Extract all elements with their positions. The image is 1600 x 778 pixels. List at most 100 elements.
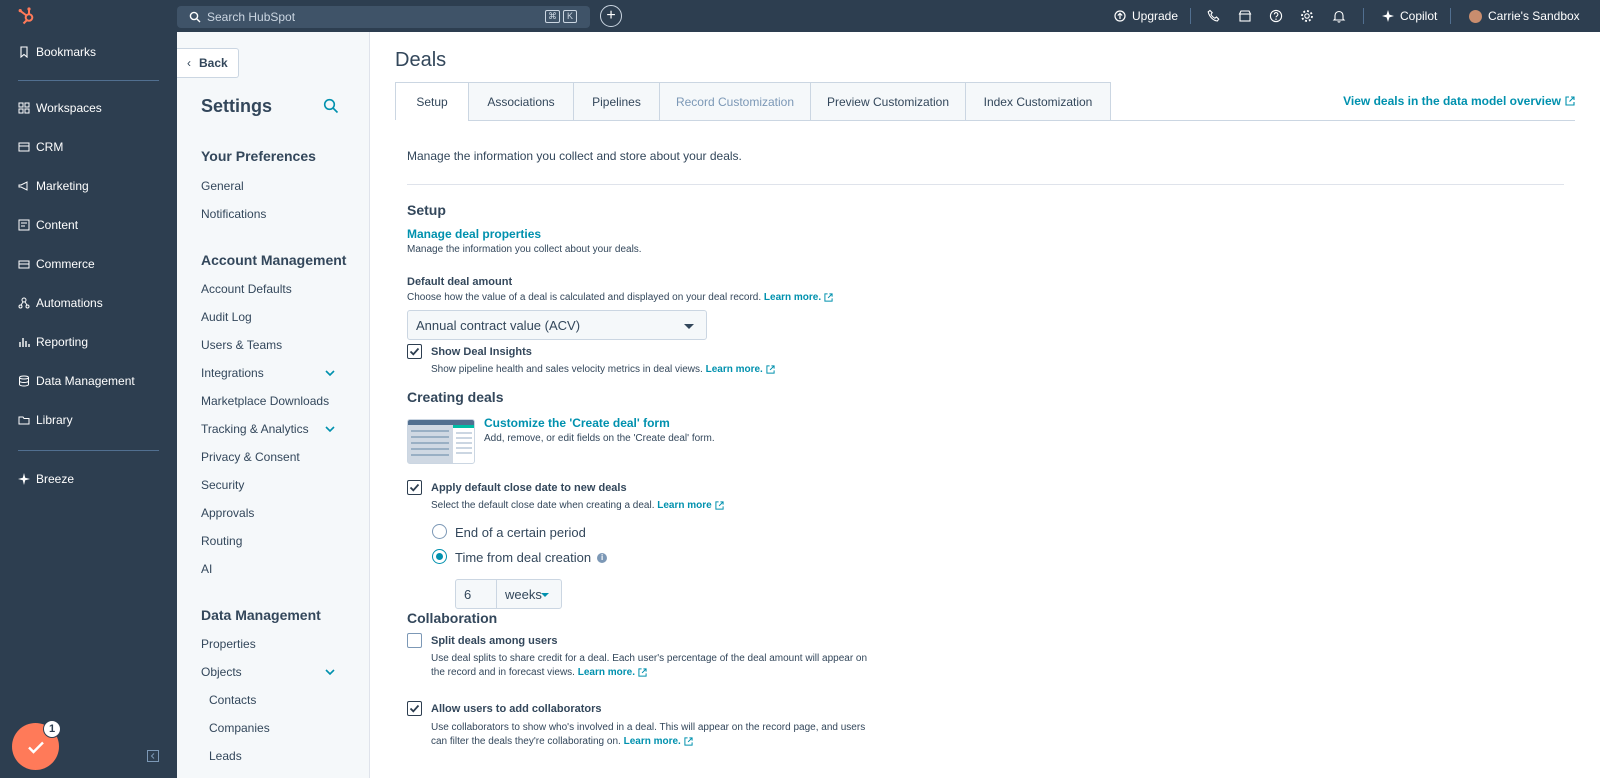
split-deals-checkbox[interactable] — [407, 633, 422, 648]
end-of-period-radio[interactable] — [432, 524, 447, 539]
nav-label: Data Management — [36, 374, 135, 388]
learn-more-label: Learn more. — [763, 292, 822, 303]
settings-item-routing[interactable]: Routing — [201, 534, 242, 548]
tab-pipelines[interactable]: Pipelines — [574, 83, 660, 120]
nav-marketing[interactable]: Marketing — [18, 176, 89, 196]
default-deal-amount-select[interactable]: Annual contract value (ACV) — [407, 310, 707, 340]
learn-more-link[interactable]: Learn more. — [706, 364, 775, 375]
settings-item-privacy-consent[interactable]: Privacy & Consent — [201, 450, 300, 464]
nav-breeze[interactable]: Breeze — [18, 469, 74, 489]
time-unit-select[interactable]: weeks — [496, 579, 562, 609]
content-icon — [18, 219, 30, 231]
allow-collaborators-desc-line1: Use collaborators to show who's involved… — [431, 722, 866, 733]
apply-default-close-date-label: Apply default close date to new deals — [431, 482, 627, 494]
learn-more-link[interactable]: Learn more. — [624, 736, 693, 747]
show-deal-insights-checkbox[interactable] — [407, 344, 422, 359]
settings-item-users-teams[interactable]: Users & Teams — [201, 338, 282, 352]
search-input[interactable]: Search HubSpot ⌘ K — [177, 6, 590, 28]
help-icon[interactable] — [1269, 9, 1283, 23]
settings-item-tracking-analytics[interactable]: Tracking & Analytics — [201, 422, 309, 436]
nav-crm[interactable]: CRM — [18, 137, 63, 157]
time-from-creation-label: Time from deal creation — [455, 550, 592, 565]
learn-more-link[interactable]: Learn more. — [578, 667, 647, 678]
unit-value: weeks — [505, 586, 542, 602]
settings-item-ai[interactable]: AI — [201, 562, 212, 576]
back-button[interactable]: ‹ Back — [177, 48, 239, 78]
settings-title: Settings — [201, 96, 273, 116]
setup-heading: Setup — [407, 202, 446, 218]
desc-text: can filter the deals they're collaborati… — [431, 736, 621, 747]
learn-more-link[interactable]: Learn more. — [764, 292, 833, 303]
info-icon[interactable]: i — [597, 552, 608, 563]
marketplace-icon[interactable] — [1238, 9, 1252, 23]
settings-item-companies[interactable]: Companies — [209, 721, 270, 735]
divider — [1363, 8, 1364, 24]
settings-item-audit-log[interactable]: Audit Log — [201, 310, 252, 324]
apply-default-close-date-checkbox[interactable] — [407, 480, 422, 495]
learn-more-label: Learn more — [657, 500, 712, 511]
upgrade-button[interactable]: Upgrade — [1114, 0, 1178, 32]
nav-label: Reporting — [36, 335, 89, 349]
settings-item-account-defaults[interactable]: Account Defaults — [201, 282, 292, 296]
chevron-left-icon: ‹ — [187, 56, 191, 70]
tab-associations[interactable]: Associations — [469, 83, 574, 120]
nav-reporting[interactable]: Reporting — [18, 332, 88, 352]
form-preview-image — [408, 420, 474, 463]
settings-item-marketplace-downloads[interactable]: Marketplace Downloads — [201, 394, 329, 408]
copilot-button[interactable]: Copilot — [1382, 0, 1437, 32]
data-model-overview-link[interactable]: View deals in the data model overview — [1343, 94, 1575, 108]
top-bar: Search HubSpot ⌘ K + Upgrade Copilot Car… — [0, 0, 1600, 32]
caret-down-icon — [684, 324, 694, 329]
tab-preview-customization[interactable]: Preview Customization — [811, 83, 966, 120]
phone-icon[interactable] — [1207, 9, 1221, 23]
settings-item-notifications[interactable]: Notifications — [201, 207, 266, 221]
nav-automations[interactable]: Automations — [18, 293, 103, 313]
nav-data-management[interactable]: Data Management — [18, 371, 135, 391]
customize-create-deal-form-link[interactable]: Customize the 'Create deal' form — [484, 416, 670, 430]
apply-default-close-date-desc: Select the default close date when creat… — [431, 500, 724, 511]
tab-index-customization[interactable]: Index Customization — [966, 83, 1110, 120]
account-menu[interactable]: Carrie's Sandbox — [1469, 0, 1580, 32]
learn-more-link[interactable]: Learn more — [657, 500, 724, 511]
chevron-down-icon[interactable] — [324, 666, 336, 678]
chevron-down-icon[interactable] — [324, 423, 336, 435]
nav-content[interactable]: Content — [18, 215, 78, 235]
creating-deals-heading: Creating deals — [407, 389, 504, 405]
search-icon[interactable] — [323, 98, 339, 114]
account-name: Carrie's Sandbox — [1488, 9, 1580, 23]
divider — [407, 184, 1564, 185]
megaphone-icon — [18, 181, 28, 191]
chevron-down-icon[interactable] — [324, 367, 336, 379]
manage-deal-properties-link[interactable]: Manage deal properties — [407, 227, 541, 241]
folder-icon — [18, 416, 30, 425]
gear-icon[interactable] — [1300, 9, 1314, 23]
database-icon — [19, 375, 29, 387]
tab-underline — [468, 120, 1575, 121]
settings-item-contacts[interactable]: Contacts — [209, 693, 256, 707]
settings-item-integrations[interactable]: Integrations — [201, 366, 264, 380]
nav-label: Breeze — [36, 472, 75, 486]
external-link-icon — [766, 365, 775, 374]
tab-setup[interactable]: Setup — [396, 83, 469, 121]
allow-collaborators-checkbox[interactable] — [407, 701, 422, 716]
settings-item-leads[interactable]: Leads — [209, 749, 242, 763]
tab-record-customization[interactable]: Record Customization — [660, 83, 811, 120]
weeks-number-input[interactable]: 6 — [455, 579, 497, 609]
search-icon — [189, 11, 201, 23]
nav-library[interactable]: Library — [18, 410, 73, 430]
show-deal-insights-desc: Show pipeline health and sales velocity … — [431, 364, 775, 375]
divider — [1450, 8, 1451, 24]
hubspot-logo-icon[interactable] — [17, 6, 37, 26]
time-from-creation-radio[interactable] — [432, 549, 447, 564]
nav-workspaces[interactable]: Workspaces — [18, 98, 102, 118]
settings-item-properties[interactable]: Properties — [201, 637, 256, 651]
collapse-sidebar-icon[interactable] — [147, 750, 159, 762]
nav-bookmarks[interactable]: Bookmarks — [18, 42, 96, 62]
settings-item-general[interactable]: General — [201, 179, 244, 193]
nav-commerce[interactable]: Commerce — [18, 254, 95, 274]
settings-item-approvals[interactable]: Approvals — [201, 506, 254, 520]
settings-item-objects[interactable]: Objects — [201, 665, 242, 679]
settings-item-security[interactable]: Security — [201, 478, 244, 492]
bell-icon[interactable] — [1332, 9, 1346, 23]
create-new-button[interactable]: + — [600, 5, 622, 27]
